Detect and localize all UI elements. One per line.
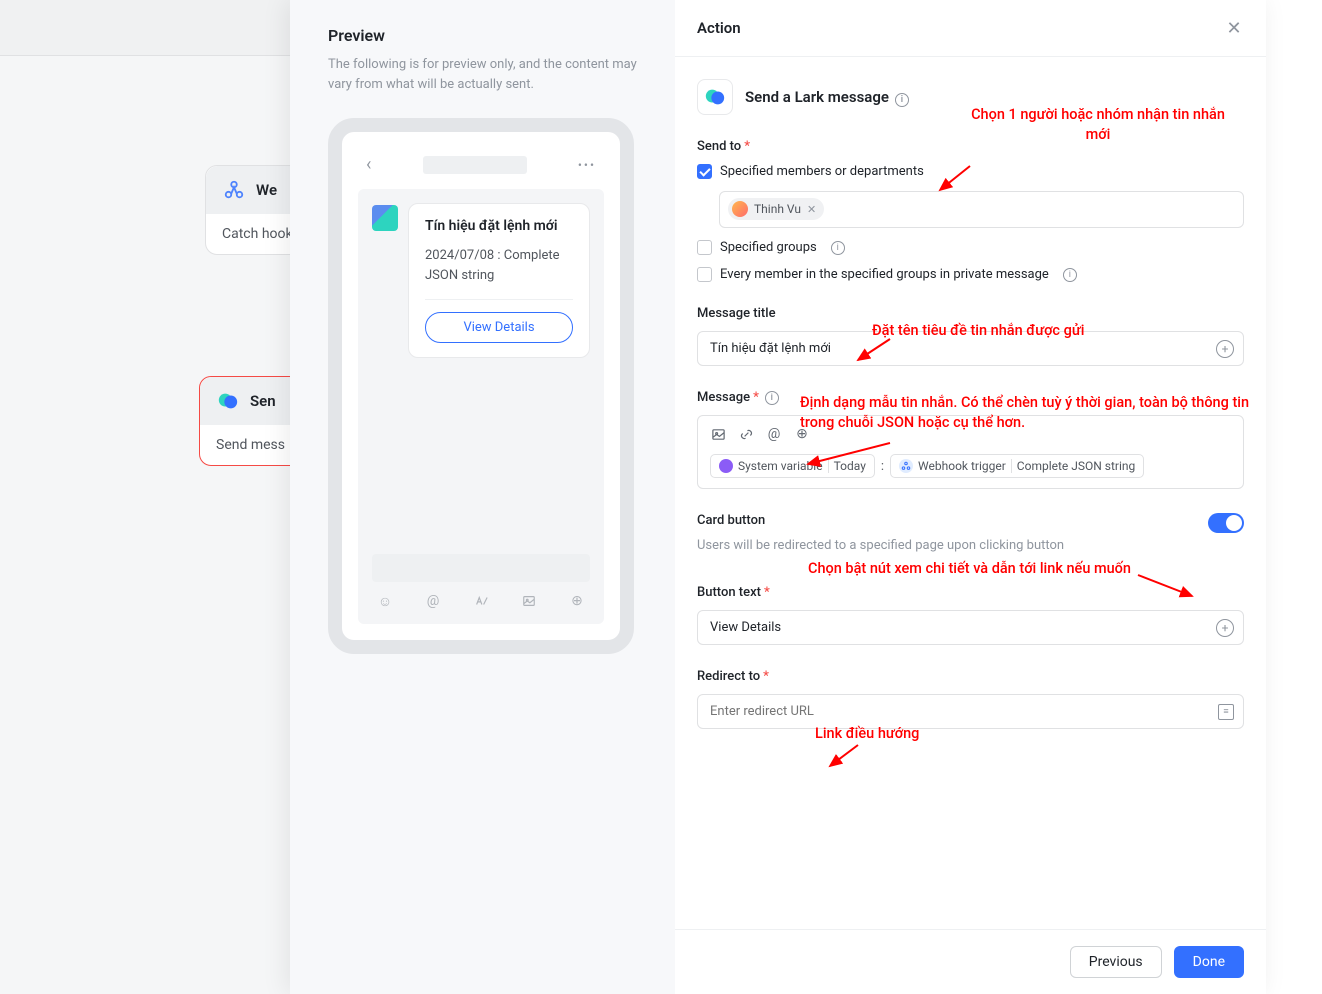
mention-tool-icon[interactable]: @ [766, 426, 782, 442]
mention-icon[interactable]: @ [424, 592, 442, 610]
emoji-icon[interactable]: ☺ [376, 592, 394, 610]
form-body: Send a Lark messagei Send to* Specified … [675, 57, 1266, 929]
add-tool-icon[interactable]: ⊕ [794, 426, 810, 442]
preview-subtitle: The following is for preview only, and t… [328, 55, 637, 94]
right-strip [1266, 0, 1322, 994]
add-variable-icon[interactable]: + [1216, 340, 1234, 358]
button-text-input[interactable] [697, 610, 1244, 645]
image-icon[interactable] [520, 592, 538, 610]
info-icon[interactable]: i [895, 93, 909, 107]
phone-input-placeholder [372, 554, 590, 582]
message-title-label: Message title [697, 306, 1244, 321]
panel-title: Action [697, 19, 741, 37]
checkbox-icon [697, 267, 712, 282]
more-icon[interactable]: ••• [578, 158, 596, 172]
node-title: We [256, 181, 277, 199]
checkbox-icon [697, 164, 712, 179]
info-icon[interactable]: i [1063, 268, 1077, 282]
redirect-label: Redirect to * [697, 669, 1244, 684]
add-icon[interactable]: ⊕ [568, 592, 586, 610]
variable-tag-webhook[interactable]: Webhook trigger Complete JSON string [890, 454, 1144, 478]
webhook-icon [222, 178, 246, 202]
panel-footer: Previous Done [675, 929, 1266, 994]
variable-icon [719, 459, 733, 473]
action-icon [697, 79, 733, 115]
redirect-input[interactable] [697, 694, 1244, 729]
checkbox-groups[interactable]: Specified groups i [697, 240, 1244, 255]
action-panel: Preview The following is for preview onl… [290, 0, 1266, 994]
preview-column: Preview The following is for preview onl… [290, 0, 675, 994]
info-icon[interactable]: i [831, 241, 845, 255]
message-label: Message *i [697, 390, 1244, 405]
doc-icon[interactable]: ≡ [1218, 704, 1234, 720]
chat-icon [216, 389, 240, 413]
image-tool-icon[interactable] [710, 426, 726, 442]
message-editor[interactable]: @ ⊕ System variable Today : [697, 415, 1244, 489]
card-button-helper: Users will be redirected to a specified … [697, 538, 1188, 553]
form-column: Action ✕ Send a Lark messagei Send to* S… [675, 0, 1266, 994]
back-icon[interactable]: ‹ [366, 154, 371, 175]
member-chip: Thinh Vu ✕ [728, 198, 824, 220]
remove-chip-icon[interactable]: ✕ [807, 203, 816, 216]
card-button-toggle[interactable] [1208, 513, 1244, 533]
avatar [732, 201, 748, 217]
info-icon[interactable]: i [765, 391, 779, 405]
webhook-icon [899, 459, 913, 473]
button-text-label: Button text * [697, 585, 1244, 600]
action-title: Send a Lark messagei [745, 88, 909, 107]
phone-title-placeholder [423, 156, 527, 174]
node-title: Sen [250, 392, 276, 410]
link-tool-icon[interactable] [738, 426, 754, 442]
message-title-input[interactable] [697, 331, 1244, 366]
previous-button[interactable]: Previous [1070, 946, 1162, 978]
checkbox-every-member[interactable]: Every member in the specified groups in … [697, 267, 1244, 282]
add-variable-icon[interactable]: + [1216, 619, 1234, 637]
app-icon [372, 205, 398, 231]
checkbox-icon [697, 240, 712, 255]
separator: : [881, 459, 884, 474]
close-icon[interactable]: ✕ [1224, 18, 1244, 38]
done-button[interactable]: Done [1174, 946, 1244, 978]
variable-tag-system[interactable]: System variable Today [710, 454, 875, 478]
card-title: Tín hiệu đặt lệnh mới [425, 218, 573, 234]
checkbox-members[interactable]: Specified members or departments [697, 164, 1244, 179]
phone-preview: ‹ ••• Tín hiệu đặt lệnh mới 2024/07/08 :… [328, 118, 634, 654]
card-button-label: Card button [697, 513, 1188, 528]
card-text: 2024/07/08 : Complete JSON string [425, 246, 573, 285]
format-icon[interactable] [472, 592, 490, 610]
view-details-button[interactable]: View Details [425, 312, 573, 343]
preview-heading: Preview [328, 26, 637, 45]
member-chip-box[interactable]: Thinh Vu ✕ [719, 191, 1244, 228]
message-card: Tín hiệu đặt lệnh mới 2024/07/08 : Compl… [408, 203, 590, 358]
sendto-label: Send to* [697, 139, 1244, 154]
